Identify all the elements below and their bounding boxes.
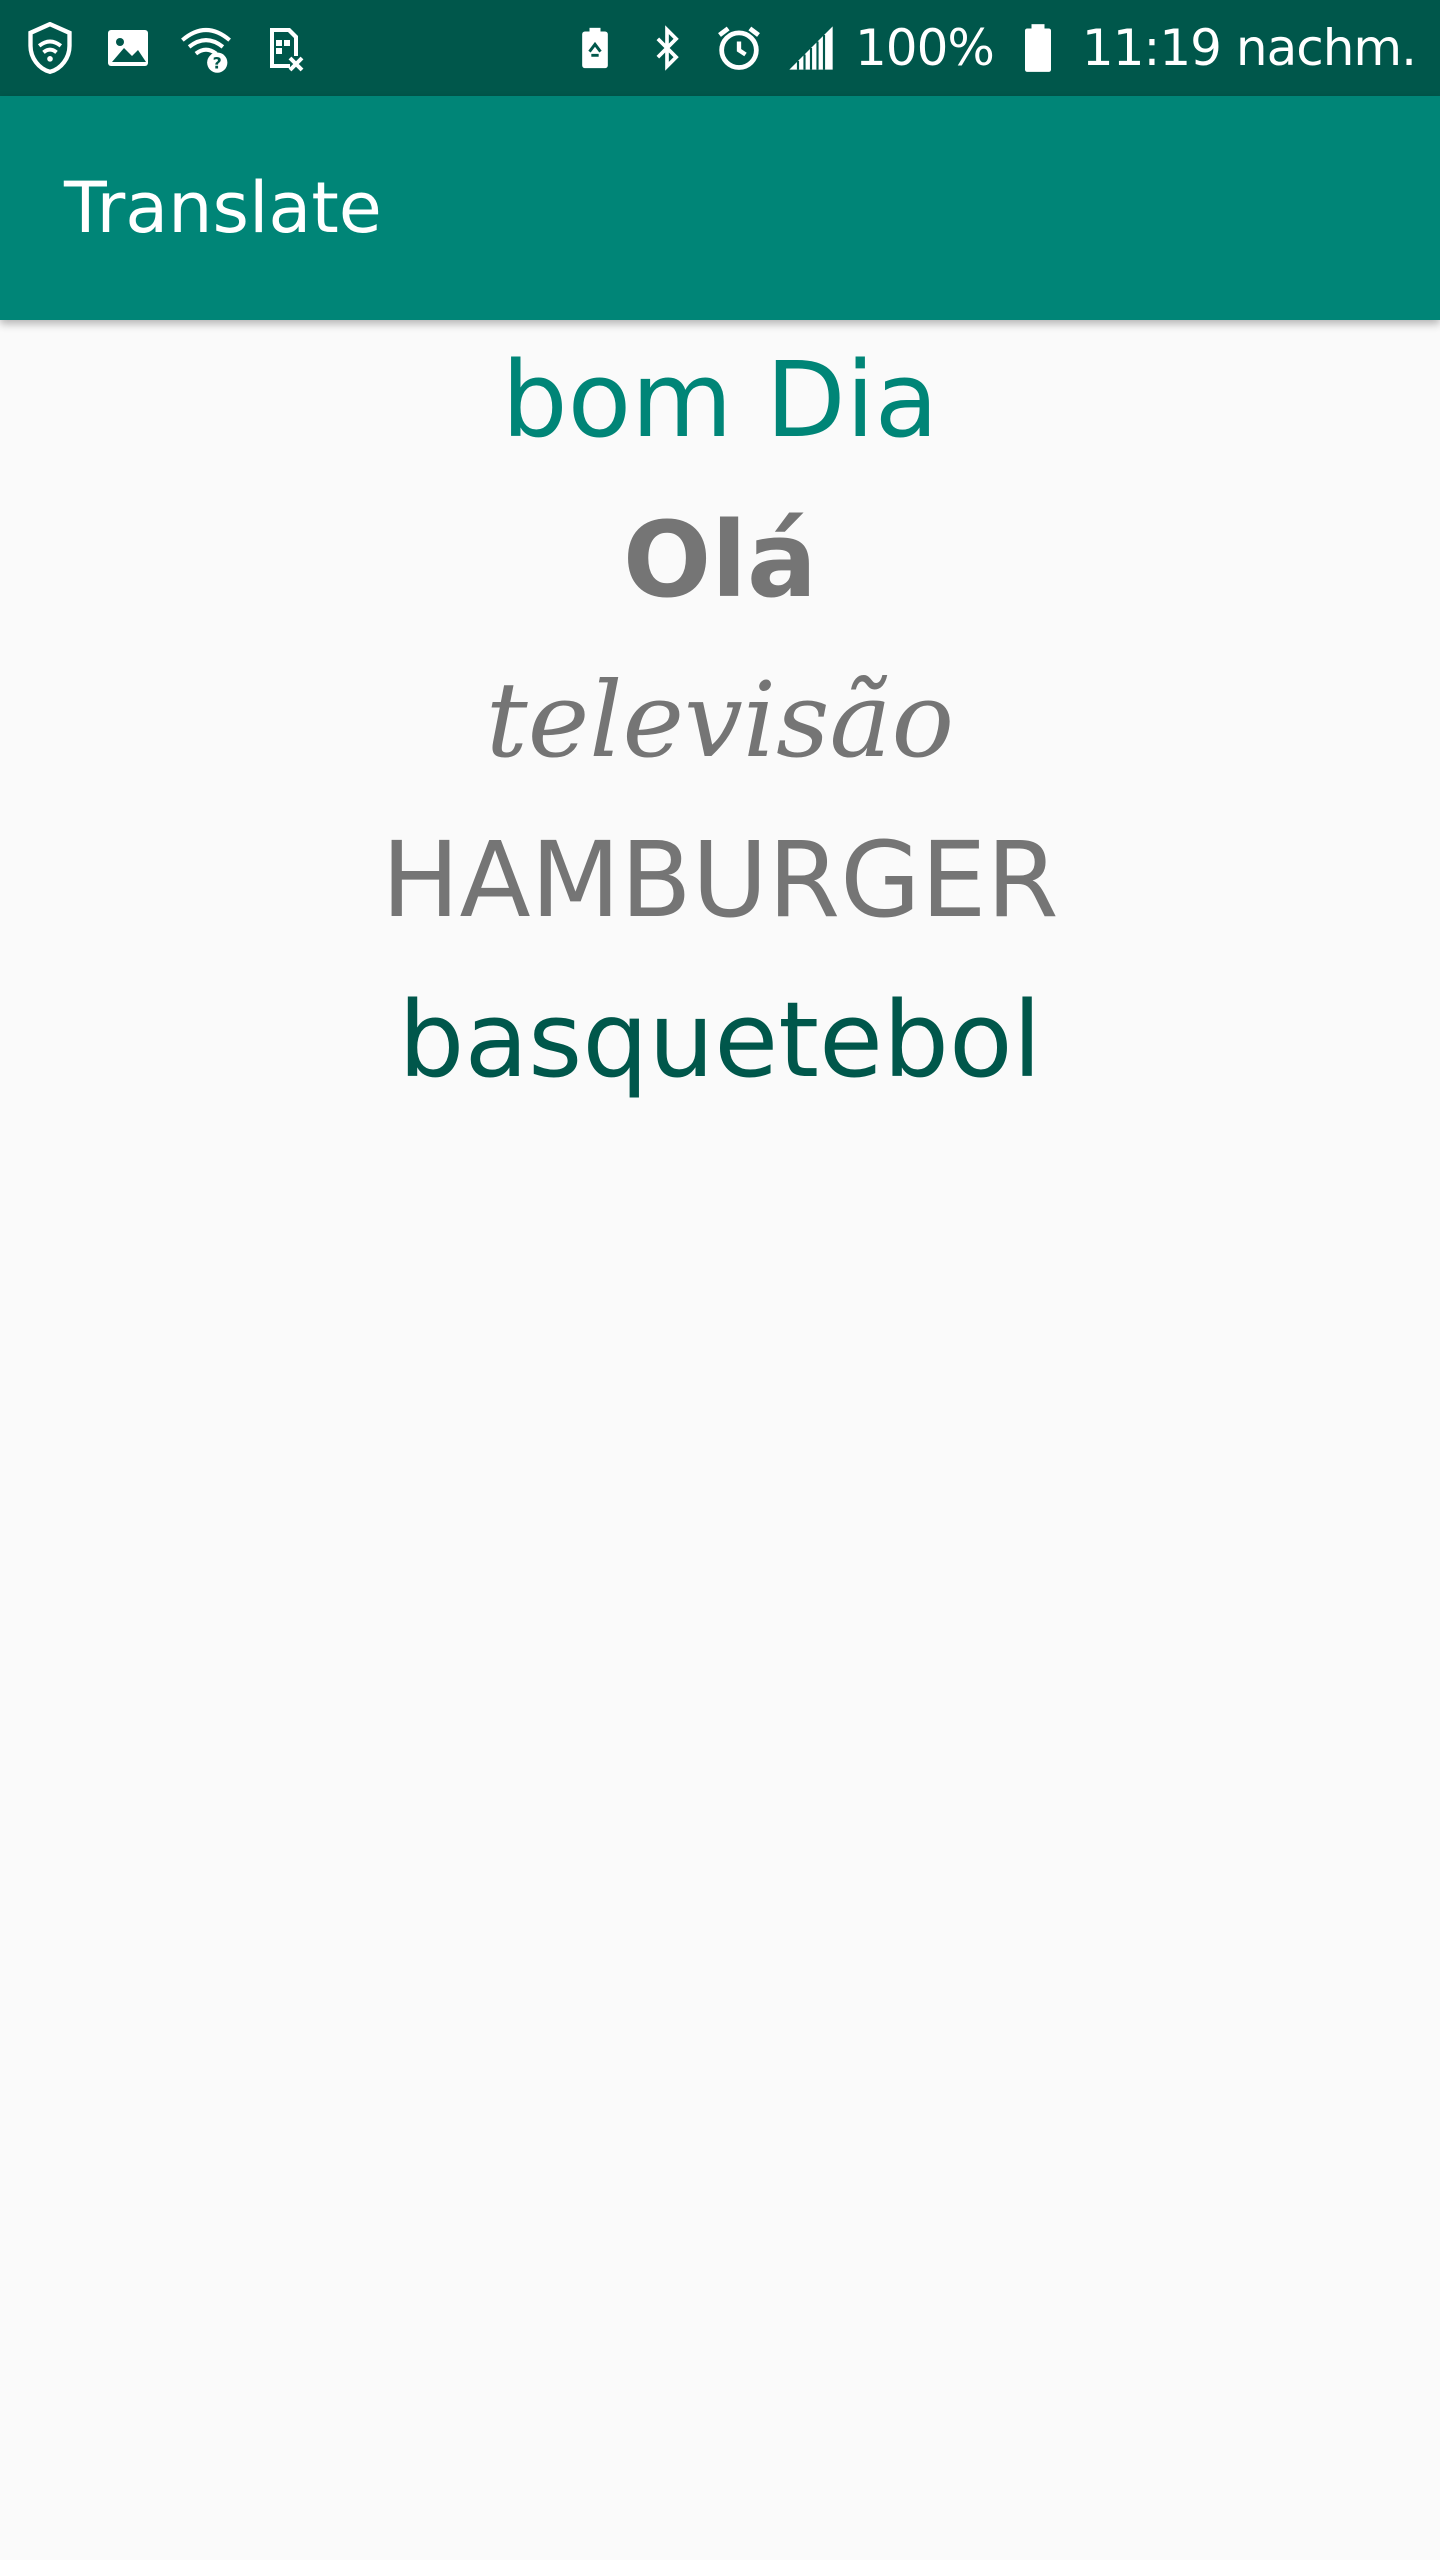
word-item-televisao: televisão <box>485 659 955 781</box>
word-item-bom-dia: bom Dia <box>501 339 939 461</box>
bluetooth-icon <box>639 20 695 76</box>
image-icon <box>100 20 156 76</box>
svg-text:?: ? <box>213 53 222 72</box>
signal-icon <box>783 20 839 76</box>
battery-percent: 100% <box>854 19 995 77</box>
battery-icon <box>1010 20 1066 76</box>
status-left-icons: ? <box>22 0 312 96</box>
word-list: bom Dia Olá televisão HAMBURGER basquete… <box>0 320 1440 2560</box>
vpn-shield-icon <box>22 20 78 76</box>
word-item-basquetebol: basquetebol <box>398 979 1042 1101</box>
battery-saver-icon <box>567 20 623 76</box>
sim-error-icon <box>256 20 312 76</box>
word-item-ola: Olá <box>622 499 818 621</box>
alarm-icon <box>711 20 767 76</box>
wifi-unknown-icon: ? <box>178 20 234 76</box>
word-item-hamburger: HAMBURGER <box>381 819 1059 941</box>
app-title: Translate <box>64 167 382 249</box>
app-bar: Translate <box>0 96 1440 320</box>
status-bar: ? 100% 11:19 nachm. <box>0 0 1440 96</box>
status-right-icons: 100% 11:19 nachm. <box>567 0 1417 96</box>
status-time: 11:19 nachm. <box>1081 19 1417 77</box>
